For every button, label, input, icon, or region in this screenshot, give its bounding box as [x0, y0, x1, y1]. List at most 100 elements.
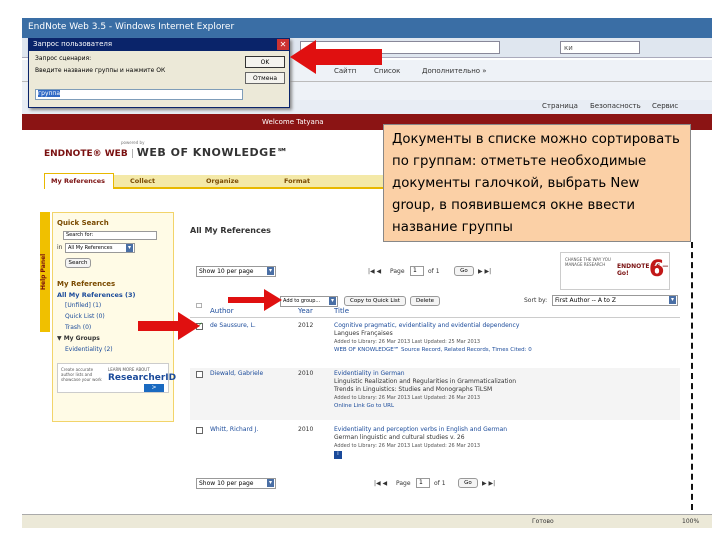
first-prev-icon-bottom[interactable]: |◀ ◀	[374, 480, 387, 487]
logo-endnote: ENDNOTE® WEB	[44, 149, 128, 159]
per-page-select-top[interactable]: Show 10 per page	[196, 266, 276, 277]
group-name-value: группа	[38, 90, 61, 97]
row-journal-2: Trends in Linguistics: Studies and Monog…	[334, 386, 493, 393]
dashed-divider	[691, 242, 693, 510]
my-groups-label[interactable]: ▼ My Groups	[57, 335, 100, 342]
search-text: ки	[564, 44, 573, 52]
row-journal: German linguistic and cultural studies v…	[334, 434, 465, 441]
row-author[interactable]: Diewald, Gabriele	[210, 370, 263, 377]
ok-button[interactable]: OK	[245, 56, 285, 68]
quick-search-value: Search for:	[66, 232, 94, 238]
ad-tag: CHANGE THE WAY YOU MANAGE RESEARCH	[565, 257, 611, 267]
row-title[interactable]: Evidentiality in German	[334, 370, 405, 377]
of-label-bottom: of 1	[434, 480, 446, 487]
x6-logo-icon: 6	[649, 257, 665, 282]
tab-collect[interactable]: Collect	[130, 177, 155, 185]
row-year: 2010	[298, 426, 314, 433]
row-added: Added to Library: 26 Mar 2013 Last Updat…	[334, 395, 481, 401]
rid-create-text: Create accurate author lists and showcas…	[61, 367, 102, 382]
next-last-icon-bottom[interactable]: ▶ ▶|	[482, 480, 495, 487]
logo-powered: powered by	[121, 140, 145, 145]
row-checkbox[interactable]	[196, 371, 203, 378]
page-label-top: Page	[390, 268, 405, 275]
annotation-callout: Документы в списке можно сортировать по …	[383, 124, 691, 242]
cmd-page[interactable]: Страница	[542, 102, 578, 110]
group-name-input[interactable]: группа	[35, 89, 243, 100]
rid-brand: ResearcherID	[108, 373, 177, 383]
arrow-to-group-select-icon	[228, 289, 282, 311]
my-groups-text: My Groups	[63, 335, 100, 342]
table-row: ✓ de Saussure, L. 2012 Cognitive pragmat…	[190, 320, 680, 364]
prompt-dialog: Запрос пользователя ✕ Запрос сценария: В…	[28, 38, 290, 108]
cmd-security[interactable]: Безопасность	[590, 102, 641, 110]
browser-search-input[interactable]: ки	[560, 41, 640, 54]
page-input-bottom[interactable]: 1	[416, 478, 430, 488]
trash-link[interactable]: Trash (0)	[65, 324, 91, 331]
row-title[interactable]: Evidentiality and perception verbs in En…	[334, 426, 507, 433]
row-title[interactable]: Cognitive pragmatic, evidentiality and e…	[334, 322, 519, 329]
table-row: Whitt, Richard J. 2010 Evidentiality and…	[190, 424, 680, 462]
per-page-select-bottom[interactable]: Show 10 per page	[196, 478, 276, 489]
row-journal: Linguistic Realization and Regularities …	[334, 378, 517, 385]
row-author[interactable]: Whitt, Richard J.	[210, 426, 258, 433]
rid-learn-text: LEARN MORE ABOUT	[108, 367, 150, 372]
endnote-logo: ENDNOTE® WEB | WEB OF KNOWLEDGE℠ powered…	[44, 140, 289, 159]
row-checkbox[interactable]	[196, 427, 203, 434]
rid-arrow-icon: >	[144, 384, 164, 392]
table-row: Diewald, Gabriele 2010 Evidentiality in …	[190, 368, 680, 420]
row-source[interactable]: Online Link Go to URL	[334, 403, 394, 409]
dialog-line2: Введите название группы и нажмите ОК	[35, 67, 166, 74]
next-last-icon[interactable]: ▶ ▶|	[478, 268, 491, 275]
search-scope-select[interactable]: All My References	[65, 243, 135, 253]
status-bar: Готово 100%	[22, 514, 712, 528]
dialog-line1: Запрос сценария:	[35, 55, 92, 62]
zoom-level[interactable]: 100%	[682, 518, 699, 525]
unfiled-link[interactable]: [Unfiled] (1)	[65, 302, 101, 309]
welcome-text: Welcome Tatyana	[262, 118, 324, 126]
browser-title-bar: EndNote Web 3.5 - Windows Internet Explo…	[22, 18, 712, 38]
endnote-x6-ad[interactable]: CHANGE THE WAY YOU MANAGE RESEARCH ENDNO…	[560, 252, 670, 290]
page-label-bottom: Page	[396, 480, 411, 487]
chevron-down-icon: ▼	[57, 335, 64, 342]
row-source[interactable]: WEB OF KNOWLEDGE℠ Source Record, Related…	[334, 347, 532, 353]
my-references-title: My References	[57, 280, 116, 288]
select-all-checkbox[interactable]: ☐	[196, 302, 202, 310]
go-button-top[interactable]: Go	[454, 266, 474, 276]
arrow-to-checkbox-icon	[138, 312, 200, 340]
cancel-button[interactable]: Отмена	[245, 72, 285, 84]
in-label: in	[57, 244, 63, 251]
group-evidentiality-link[interactable]: Evidentiality (2)	[65, 346, 113, 353]
quick-search-input[interactable]: Search for:	[63, 231, 157, 240]
row-author[interactable]: de Saussure, L.	[210, 322, 256, 329]
row-year: 2012	[298, 322, 314, 329]
cmd-tools[interactable]: Сервис	[652, 102, 678, 110]
dialog-title: Запрос пользователя	[29, 39, 289, 51]
tab-organize[interactable]: Organize	[206, 177, 239, 185]
info-icon[interactable]: i	[334, 451, 342, 459]
all-references-link[interactable]: All My References (3)	[57, 291, 135, 299]
first-prev-icon[interactable]: |◀ ◀	[368, 268, 381, 275]
status-text: Готово	[532, 518, 554, 525]
researcherid-banner[interactable]: Create accurate author lists and showcas…	[57, 363, 176, 393]
tab-format[interactable]: Format	[284, 177, 310, 185]
tab-my-references[interactable]: My References	[44, 173, 114, 189]
browser-title: EndNote Web 3.5 - Windows Internet Explo…	[28, 22, 235, 32]
row-added: Added to Library: 26 Mar 2013 Last Updat…	[334, 443, 481, 449]
row-journal: Langues Françaises	[334, 330, 393, 337]
page-input-top[interactable]: 1	[410, 266, 424, 276]
of-label-top: of 1	[428, 268, 440, 275]
help-panel-tab[interactable]: Help Panel	[40, 212, 50, 332]
col-title[interactable]: Title	[334, 307, 349, 315]
quick-search-title: Quick Search	[57, 219, 109, 227]
row-added: Added to Library: 26 Mar 2013 Last Updat…	[334, 339, 481, 345]
fav-item-3[interactable]: Дополнительно »	[422, 67, 487, 75]
col-year[interactable]: Year	[298, 307, 313, 315]
quick-list-link[interactable]: Quick List (0)	[65, 313, 105, 320]
arrow-to-ok-icon	[290, 40, 382, 74]
sort-label: Sort by:	[524, 297, 548, 304]
logo-wok: WEB OF KNOWLEDGE℠	[136, 146, 289, 159]
close-icon[interactable]: ✕	[277, 39, 289, 50]
row-year: 2010	[298, 370, 314, 377]
search-button[interactable]: Search	[65, 258, 91, 268]
go-button-bottom[interactable]: Go	[458, 478, 478, 488]
